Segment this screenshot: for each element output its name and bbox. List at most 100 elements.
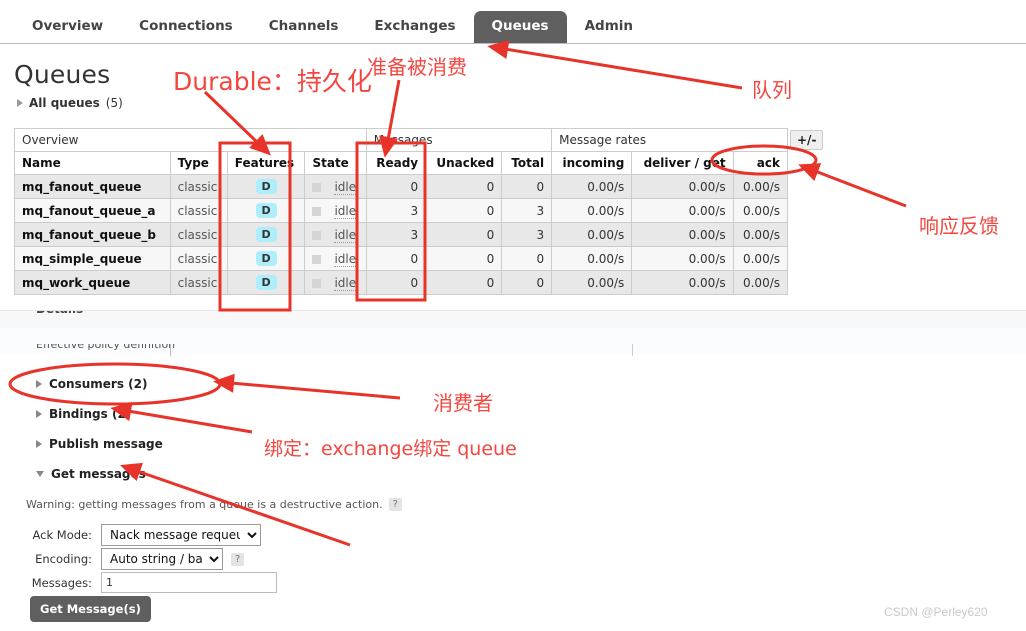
col-incoming[interactable]: incoming bbox=[551, 151, 633, 175]
arrow-consumers bbox=[213, 373, 401, 400]
table-row[interactable]: mq_fanout_queue classic Didle 0 0 0 0.00/s 0.00… bbox=[14, 174, 789, 199]
queue-incoming-rate: 0.00/s bbox=[551, 222, 633, 247]
queue-ready: 3 bbox=[365, 198, 427, 223]
queue-state-label: idle bbox=[334, 227, 357, 243]
state-square-icon bbox=[312, 206, 322, 216]
queue-name-link[interactable]: mq_fanout_queue_a bbox=[14, 198, 171, 223]
clipped-divider-right bbox=[632, 344, 633, 356]
toggle-columns-button[interactable]: +/- bbox=[790, 130, 824, 151]
queue-unacked: 0 bbox=[425, 174, 503, 199]
col-total[interactable]: Total bbox=[501, 151, 553, 175]
queue-features: D bbox=[226, 222, 306, 247]
queue-ack-rate: 0.00/s bbox=[732, 222, 789, 247]
ack-mode-select[interactable]: Nack message requeue true bbox=[101, 524, 261, 546]
queue-features: D bbox=[226, 198, 306, 223]
tab-queues[interactable]: Queues bbox=[473, 10, 567, 43]
chevron-right-icon bbox=[36, 380, 42, 388]
clipped-divider bbox=[170, 344, 171, 356]
queue-ack-rate: 0.00/s bbox=[732, 198, 789, 223]
tab-overview[interactable]: Overview bbox=[14, 11, 121, 44]
state-square-icon bbox=[312, 230, 322, 240]
col-type[interactable]: Type bbox=[169, 151, 228, 175]
queue-incoming-rate: 0.00/s bbox=[551, 270, 633, 295]
col-ack[interactable]: ack bbox=[732, 151, 789, 175]
table-row[interactable]: mq_fanout_queue_b classic Didle 3 0 3 0.00/s 0.… bbox=[14, 222, 789, 247]
queue-features: D bbox=[226, 270, 306, 295]
help-icon[interactable]: ? bbox=[388, 498, 402, 511]
queue-incoming-rate: 0.00/s bbox=[551, 246, 633, 271]
queue-ready: 0 bbox=[365, 246, 427, 271]
main-nav: Overview Connections Channels Exchanges … bbox=[0, 0, 1026, 44]
nav-tab-list: Overview Connections Channels Exchanges … bbox=[14, 10, 651, 44]
ack-mode-label: Ack Mode: bbox=[32, 528, 92, 542]
table-group-header-row: Overview Messages Message rates bbox=[14, 128, 788, 152]
queue-ack-rate: 0.00/s bbox=[732, 270, 789, 295]
durable-badge: D bbox=[255, 275, 277, 290]
queues-table-body: mq_fanout_queue classic Didle 0 0 0 0.00/s 0.00… bbox=[14, 174, 789, 295]
queue-name-link[interactable]: mq_simple_queue bbox=[14, 246, 171, 271]
annotation-queue: 队列 bbox=[752, 78, 792, 102]
tab-channels[interactable]: Channels bbox=[251, 11, 357, 44]
col-state[interactable]: State bbox=[304, 151, 367, 175]
col-deliver-get[interactable]: deliver / get bbox=[631, 151, 734, 175]
group-header-overview: Overview bbox=[14, 128, 367, 152]
col-unacked[interactable]: Unacked bbox=[425, 151, 503, 175]
tab-connections[interactable]: Connections bbox=[121, 11, 251, 44]
queue-unacked: 0 bbox=[425, 222, 503, 247]
state-square-icon bbox=[312, 254, 322, 264]
queue-state-label: idle bbox=[334, 179, 357, 195]
queue-type: classic bbox=[169, 174, 228, 199]
queue-total: 0 bbox=[501, 246, 553, 271]
durable-badge: D bbox=[255, 179, 277, 194]
get-messages-button[interactable]: Get Message(s) bbox=[30, 596, 151, 622]
watermark: CSDN @Perley620 bbox=[884, 605, 988, 619]
col-ready[interactable]: Ready bbox=[365, 151, 427, 175]
queue-unacked: 0 bbox=[425, 198, 503, 223]
section-get-messages-label: Get messages bbox=[51, 467, 146, 481]
table-row[interactable]: mq_fanout_queue_a classic Didle 3 0 3 0.00/s 0.… bbox=[14, 198, 789, 223]
col-features[interactable]: Features bbox=[226, 151, 306, 175]
destructive-warning-text: Warning: getting messages from a queue i… bbox=[26, 498, 383, 511]
table-column-header-row: Name Type Features State Ready Unacked T… bbox=[14, 151, 789, 175]
encoding-row: Encoding: Auto string / base64 ? bbox=[26, 548, 245, 570]
all-queues-toggle[interactable]: All queues (5) bbox=[17, 96, 123, 110]
durable-badge: D bbox=[255, 227, 277, 242]
col-name[interactable]: Name bbox=[14, 151, 171, 175]
queue-name-link[interactable]: mq_fanout_queue_b bbox=[14, 222, 171, 247]
table-row[interactable]: mq_simple_queue classic Didle 0 0 0 0.00/s 0.00… bbox=[14, 246, 789, 271]
help-icon[interactable]: ? bbox=[231, 552, 245, 566]
annotation-ack: 响应反馈 bbox=[919, 214, 999, 238]
queue-ready: 3 bbox=[365, 222, 427, 247]
page-title: Queues bbox=[14, 60, 111, 89]
queue-state: idle bbox=[304, 174, 367, 199]
state-square-icon bbox=[312, 278, 322, 288]
chevron-down-icon bbox=[36, 471, 44, 477]
queue-state: idle bbox=[304, 198, 367, 223]
chevron-right-icon bbox=[17, 99, 23, 107]
queue-deliver-get-rate: 0.00/s bbox=[631, 270, 734, 295]
messages-count-input[interactable] bbox=[101, 572, 277, 593]
queue-state-label: idle bbox=[334, 251, 357, 267]
arrow-bindings bbox=[110, 402, 253, 434]
table-row[interactable]: mq_work_queue classic Didle 0 0 0 0.00/s 0.00/s… bbox=[14, 270, 789, 295]
annotation-binding: 绑定：exchange绑定 queue bbox=[264, 438, 517, 460]
queue-type: classic bbox=[169, 222, 228, 247]
queue-name-link[interactable]: mq_fanout_queue bbox=[14, 174, 171, 199]
queue-name-link[interactable]: mq_work_queue bbox=[14, 270, 171, 295]
clipped-strip-policy-text: Effective policy definition bbox=[36, 344, 176, 351]
durable-badge: D bbox=[255, 203, 277, 218]
clipped-strip-top: Details bbox=[0, 310, 1026, 329]
queue-ready: 0 bbox=[365, 174, 427, 199]
queue-incoming-rate: 0.00/s bbox=[551, 198, 633, 223]
section-consumers[interactable]: Consumers (2) bbox=[36, 377, 147, 391]
annotation-ready: 准备被消费 bbox=[367, 55, 467, 79]
section-get-messages[interactable]: Get messages bbox=[36, 467, 146, 481]
clipped-strip-policy: Effective policy definition bbox=[0, 344, 1026, 358]
queue-state: idle bbox=[304, 270, 367, 295]
section-bindings[interactable]: Bindings (2) bbox=[36, 407, 131, 421]
tab-admin[interactable]: Admin bbox=[567, 11, 651, 44]
encoding-select[interactable]: Auto string / base64 bbox=[101, 548, 223, 570]
tab-exchanges[interactable]: Exchanges bbox=[356, 11, 473, 44]
section-publish-message[interactable]: Publish message bbox=[36, 437, 163, 451]
queue-total: 0 bbox=[501, 174, 553, 199]
